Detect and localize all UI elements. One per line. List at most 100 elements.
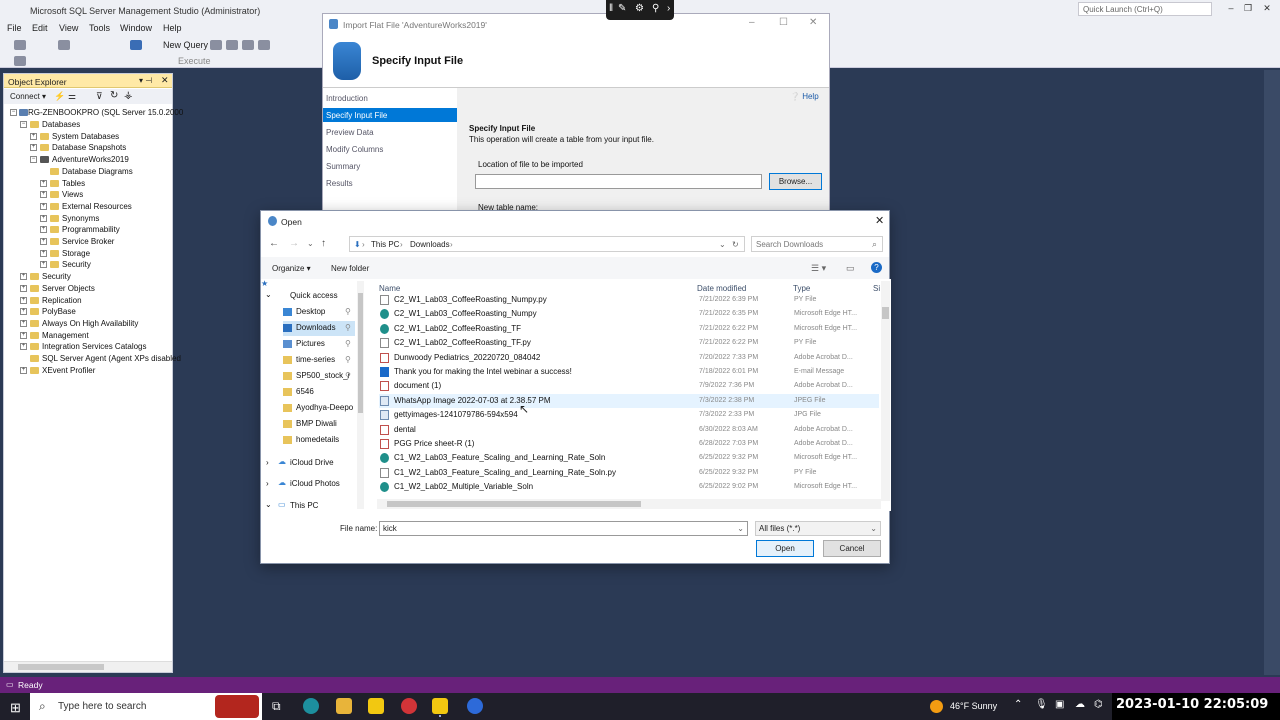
tree-item[interactable]: Storage <box>62 249 90 258</box>
server-node[interactable]: RG-ZENBOOKPRO (SQL Server 15.0.2000 <box>28 108 183 117</box>
connect-button[interactable]: Connect ▾ <box>10 92 46 101</box>
filename-input[interactable]: kick ⌄ <box>379 521 748 536</box>
nav-this-pc[interactable]: This PC <box>290 501 318 510</box>
chevron-right-icon[interactable]: › <box>667 3 670 14</box>
chevron-down-icon[interactable]: ⌄ <box>265 290 272 299</box>
filetype-select[interactable]: All files (*.*) ⌄ <box>755 521 881 536</box>
tree-item[interactable]: XEvent Profiler <box>42 366 95 375</box>
tree-item[interactable]: AdventureWorks2019 <box>52 155 129 164</box>
file-explorer-icon[interactable] <box>336 698 352 714</box>
column-size[interactable]: Si <box>873 284 880 293</box>
gear-icon[interactable]: ⚙ <box>635 3 644 14</box>
file-row[interactable]: C2_W1_Lab03_CoffeeRoasting_Numpy 7/21/202… <box>379 307 879 321</box>
tree-item[interactable]: External Resources <box>62 202 132 211</box>
db-query-icon[interactable] <box>210 40 222 50</box>
close-icon[interactable]: ✕ <box>809 17 817 28</box>
tree-item[interactable]: SQL Server Agent (Agent XPs disabled <box>42 354 181 363</box>
file-row[interactable]: C1_W2_Lab03_Feature_Scaling_and_Learning… <box>379 466 879 480</box>
forward-arrow-icon[interactable]: → <box>289 238 299 249</box>
expand-icon[interactable]: + <box>40 214 47 222</box>
close-icon[interactable]: ✕ <box>1260 3 1274 15</box>
filter-icon[interactable] <box>14 56 26 66</box>
nav-item[interactable]: 6546 <box>296 387 314 396</box>
nav-item[interactable]: Pictures <box>296 339 325 348</box>
file-row[interactable]: C2_W1_Lab02_CoffeeRoasting_TF 7/21/2022 6… <box>379 322 879 336</box>
minimize-icon[interactable]: – <box>1224 3 1238 15</box>
chevron-right-icon[interactable]: › <box>266 458 269 467</box>
expand-icon[interactable]: + <box>40 226 47 234</box>
chevron-down-icon[interactable]: ⌄ <box>737 524 744 533</box>
wizard-step[interactable]: Summary <box>323 159 457 173</box>
annotate-icon[interactable]: ✎ <box>618 3 626 14</box>
refresh-icon[interactable]: ↻ <box>732 240 739 249</box>
power-bi-icon[interactable] <box>368 698 384 714</box>
nav-item[interactable]: BMP Diwali <box>296 419 337 428</box>
chevron-right-icon[interactable]: › <box>266 479 269 488</box>
horizontal-scrollbar[interactable] <box>4 661 172 672</box>
chevron-down-icon[interactable]: ⌄ <box>870 524 877 533</box>
menu-tools[interactable]: Tools <box>89 23 110 33</box>
expand-icon[interactable]: + <box>40 261 47 269</box>
close-icon[interactable]: ✕ <box>875 214 884 227</box>
power-bi-active-icon[interactable] <box>432 698 448 714</box>
file-list-hscrollbar[interactable] <box>377 499 881 509</box>
activity-icon[interactable]: ⚶ <box>124 90 133 101</box>
tree-item[interactable]: Integration Services Catalogs <box>42 342 147 351</box>
search-downloads-input[interactable]: Search Downloads ⌕ <box>751 236 883 252</box>
menu-file[interactable]: File <box>7 23 22 33</box>
back-icon[interactable] <box>14 40 26 50</box>
expand-icon[interactable]: + <box>20 296 27 304</box>
expand-icon[interactable]: + <box>40 191 47 199</box>
wizard-step[interactable]: Preview Data <box>323 125 457 139</box>
column-name[interactable]: Name <box>379 284 400 293</box>
tree-item[interactable]: System Databases <box>52 132 119 141</box>
tree-item[interactable]: Security <box>42 272 71 281</box>
new-folder-button[interactable]: New folder <box>331 264 369 273</box>
breadcrumb-this-pc[interactable]: This PC <box>371 240 399 249</box>
tree-item[interactable]: Database Snapshots <box>52 143 126 152</box>
tree-item[interactable]: Database Diagrams <box>62 167 133 176</box>
nav-quick-access[interactable]: Quick access <box>290 291 338 300</box>
tree-item[interactable]: Databases <box>42 120 80 129</box>
chevron-down-icon[interactable]: ⌄ <box>265 500 272 509</box>
nav-item[interactable]: time-series <box>296 355 335 364</box>
new-query-icon[interactable] <box>130 40 142 50</box>
quick-launch-input[interactable]: Quick Launch (Ctrl+Q) <box>1078 2 1212 16</box>
file-list-vscrollbar[interactable] <box>881 281 890 501</box>
nav-icloud-drive[interactable]: iCloud Drive <box>290 458 334 467</box>
collapse-icon[interactable]: − <box>30 156 37 164</box>
zoom-icon[interactable] <box>467 698 483 714</box>
tree-item[interactable]: Service Broker <box>62 237 114 246</box>
disconnect-icon[interactable]: ⚌ <box>68 91 76 102</box>
tree-item[interactable]: Always On High Availability <box>42 319 138 328</box>
menu-view[interactable]: View <box>59 23 78 33</box>
nav-item[interactable]: homedetails <box>296 435 339 444</box>
file-row[interactable]: dental 6/30/2022 8:03 AM Adobe Acrobat D..… <box>379 423 879 437</box>
up-arrow-icon[interactable]: ↑ <box>321 238 326 249</box>
file-location-input[interactable] <box>475 174 762 189</box>
execute-button[interactable]: Execute <box>178 56 211 66</box>
nav-icloud-photos[interactable]: iCloud Photos <box>290 479 340 488</box>
menu-help[interactable]: Help <box>163 23 182 33</box>
preview-pane-icon[interactable]: ▭ <box>846 263 855 274</box>
file-row[interactable]: WhatsApp Image 2022-07-03 at 2.38.57 PM 7… <box>379 393 879 408</box>
tree-item[interactable]: Security <box>62 260 91 269</box>
help-icon[interactable]: ? <box>871 262 882 273</box>
expand-icon[interactable]: + <box>20 366 27 374</box>
collapse-icon[interactable]: − <box>10 109 17 116</box>
browse-button[interactable]: Browse... <box>769 173 822 190</box>
wizard-step[interactable]: Results <box>323 176 457 190</box>
windows-start-icon[interactable]: ⊞ <box>10 700 21 716</box>
drag-handle-icon[interactable]: ‖ <box>609 3 613 14</box>
expand-icon[interactable]: + <box>20 273 27 281</box>
pin-icon[interactable]: ⚲ <box>652 3 659 14</box>
cancel-button[interactable]: Cancel <box>823 540 881 557</box>
tree-item[interactable]: Replication <box>42 296 82 305</box>
expand-icon[interactable]: + <box>40 238 47 245</box>
pin-icon[interactable]: ▾ ⊣ <box>139 76 152 85</box>
hscrollbar-thumb[interactable] <box>387 501 641 507</box>
tree-item[interactable]: Server Objects <box>42 284 95 293</box>
new-query-button[interactable]: New Query <box>163 40 208 50</box>
nav-item[interactable]: Desktop <box>296 307 325 316</box>
file-row[interactable]: C2_W1_Lab02_CoffeeRoasting_TF.py 7/21/202… <box>379 336 879 350</box>
